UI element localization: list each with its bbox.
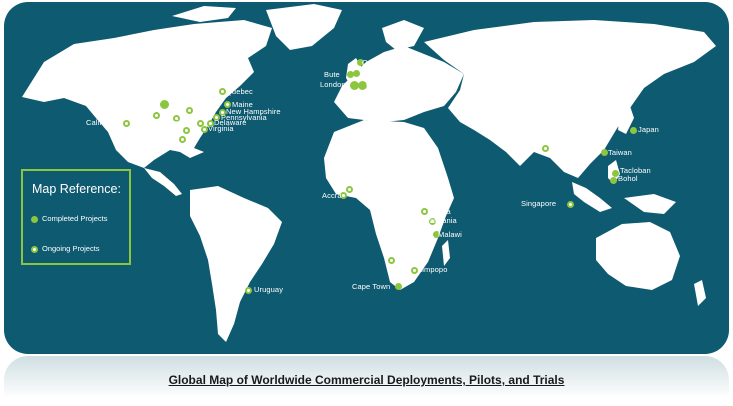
location-label: Quebec <box>226 87 253 96</box>
south-america-landmass <box>190 186 282 342</box>
location-marker[interactable] <box>541 144 549 152</box>
location-label: Malawi <box>438 230 462 239</box>
location-marker[interactable] <box>609 176 617 184</box>
location-label: Limpopo <box>418 265 448 274</box>
location-label: Tanzania <box>426 216 457 225</box>
location-marker[interactable] <box>345 185 353 193</box>
australia-landmass <box>596 222 680 290</box>
location-marker[interactable] <box>410 266 418 274</box>
location-marker[interactable] <box>244 286 252 294</box>
location-marker[interactable] <box>600 148 608 156</box>
location-marker[interactable] <box>566 200 574 208</box>
location-label: Bohol <box>618 174 638 183</box>
location-marker[interactable] <box>387 256 395 264</box>
location-label: California <box>86 118 119 127</box>
legend-ongoing: Ongoing Projects <box>31 244 100 253</box>
map-legend: Map Reference: Completed Projects Ongoin… <box>21 169 131 265</box>
location-label: Orkney Island <box>362 58 410 67</box>
completed-dot-icon <box>31 215 38 223</box>
world-map: Orkney Island Bute Glasgow London Cambri… <box>4 2 729 354</box>
location-label: Cape Town <box>352 282 391 291</box>
location-label: Cambridge <box>366 80 404 89</box>
location-label: London <box>320 80 346 89</box>
ongoing-dot-icon <box>31 245 38 253</box>
location-marker[interactable] <box>178 135 186 143</box>
location-marker[interactable] <box>420 207 428 215</box>
location-label: Taiwan <box>608 148 632 157</box>
location-label: Singapore <box>521 199 557 208</box>
location-label: USA <box>141 99 157 108</box>
map-caption: Global Map of Worldwide Commercial Deplo… <box>168 373 565 387</box>
location-label: Virginia <box>208 124 234 133</box>
location-marker[interactable] <box>394 282 402 290</box>
location-label: Bute <box>324 70 340 79</box>
location-label: Mississippi <box>142 134 180 143</box>
location-label: Koforidua <box>354 185 388 194</box>
location-label: Glasgow <box>360 70 390 79</box>
location-marker[interactable] <box>200 125 208 133</box>
location-marker[interactable] <box>352 69 360 77</box>
location-label: Uruguay <box>254 285 284 294</box>
location-label: Namibia <box>396 254 425 263</box>
location-label: North Carolina <box>128 125 178 134</box>
location-label: Bhutan <box>550 143 575 152</box>
location-label: Accra <box>322 191 342 200</box>
legend-ongoing-label: Ongoing Projects <box>42 244 100 253</box>
location-label: Kenya <box>429 207 451 216</box>
greenland-landmass <box>266 4 342 50</box>
asia-landmass <box>424 20 716 178</box>
legend-title: Map Reference: <box>32 182 121 196</box>
location-label: Japan <box>638 125 659 134</box>
location-marker[interactable] <box>159 99 169 109</box>
legend-completed-label: Completed Projects <box>42 214 108 223</box>
location-marker[interactable] <box>629 126 637 134</box>
location-marker[interactable] <box>218 87 226 95</box>
legend-completed: Completed Projects <box>31 214 107 223</box>
location-marker[interactable] <box>182 126 190 134</box>
